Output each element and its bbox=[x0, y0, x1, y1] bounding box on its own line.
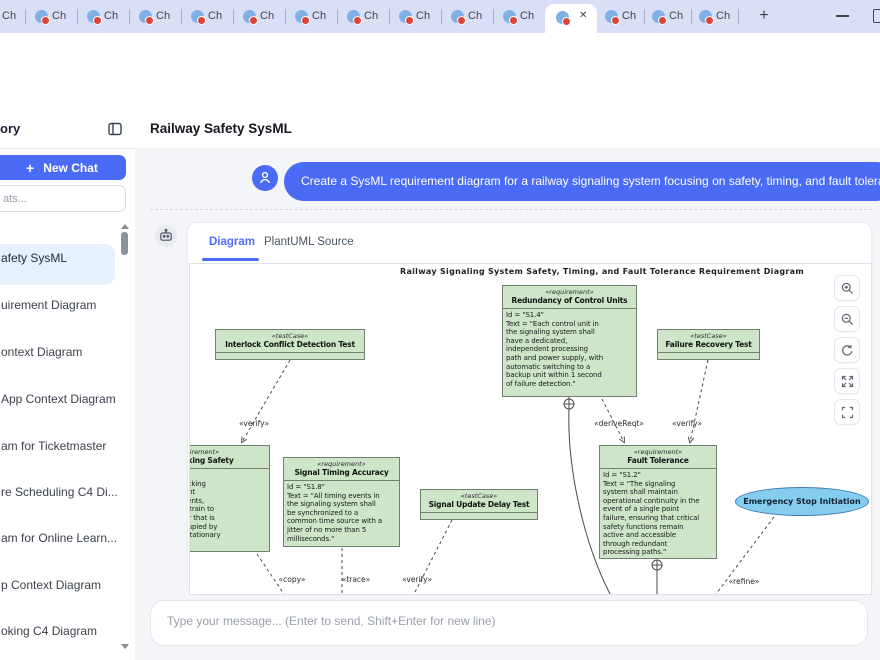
visual-paradigm-favicon bbox=[295, 10, 308, 23]
visual-paradigm-favicon bbox=[652, 10, 665, 23]
assistant-avatar bbox=[155, 225, 177, 247]
visual-paradigm-favicon bbox=[556, 11, 569, 24]
chat-history-item[interactable]: afety SysML bbox=[0, 238, 118, 278]
user-avatar bbox=[252, 165, 278, 191]
sidebar-scrollbar-thumb[interactable] bbox=[121, 232, 128, 255]
tab-separator bbox=[233, 9, 234, 24]
visual-paradigm-favicon bbox=[35, 10, 48, 23]
visual-paradigm-favicon bbox=[347, 10, 360, 23]
message-input[interactable] bbox=[151, 601, 867, 645]
chat-history-item[interactable]: ontext Diagram bbox=[0, 332, 118, 372]
tab-separator bbox=[285, 9, 286, 24]
visual-paradigm-favicon bbox=[139, 10, 152, 23]
history-sidebar: ory + New Chat afety SysML uirement Diag… bbox=[0, 110, 136, 660]
browser-tab-strip: Ch Ch Ch Ch Ch Ch Ch Ch Ch Ch Ch ✕ Ch Ch… bbox=[0, 0, 880, 33]
window-minimize-button[interactable] bbox=[836, 15, 849, 17]
usecase-ellipse-emergency-stop: Emergency Stop Initiation bbox=[735, 487, 869, 516]
expand-button[interactable] bbox=[834, 368, 860, 394]
visual-paradigm-favicon bbox=[699, 10, 712, 23]
tab-plantuml-source[interactable]: PlantUML Source bbox=[264, 236, 354, 248]
requirement-box-signal-timing: «requirement» Signal Timing Accuracy Id … bbox=[283, 457, 400, 547]
diagram-viewport[interactable]: Railway Signaling System Safety, Timing,… bbox=[189, 263, 872, 595]
zoom-in-button[interactable] bbox=[834, 275, 860, 301]
edge-label-trace: «trace» bbox=[342, 575, 371, 584]
testcase-box-interlock-conflict: «testCase» Interlock Conflict Detection … bbox=[215, 329, 365, 360]
edge-label-verify: «verify» bbox=[672, 419, 702, 428]
scroll-up-arrow[interactable] bbox=[121, 224, 129, 229]
tab-close-icon[interactable]: ✕ bbox=[579, 10, 587, 21]
chat-history-item[interactable]: am for Online Learn... bbox=[0, 518, 118, 558]
requirement-box-redundancy: «requirement» Redundancy of Control Unit… bbox=[502, 285, 637, 397]
browser-tab-label[interactable]: Ch bbox=[2, 10, 16, 22]
tab-separator bbox=[25, 9, 26, 24]
plus-icon: + bbox=[26, 160, 34, 176]
visual-paradigm-favicon bbox=[399, 10, 412, 23]
edge-label-verify: «verify» bbox=[239, 419, 269, 428]
collapse-panel-icon[interactable] bbox=[107, 121, 123, 142]
tab-separator bbox=[129, 9, 130, 24]
testcase-box-signal-update-delay: «testCase» Signal Update Delay Test bbox=[420, 489, 538, 520]
edge-label-verify: «verify» bbox=[402, 575, 432, 584]
tab-separator bbox=[181, 9, 182, 24]
browser-tab[interactable]: Ch bbox=[652, 0, 702, 33]
requirement-box-interlocking-safety: «requirement» Interlocking Safety Id = "… bbox=[189, 445, 270, 552]
app-header: atbot al Paradigm AI Assistant for creat… bbox=[0, 68, 880, 111]
testcase-box-failure-recovery: «testCase» Failure Recovery Test bbox=[657, 329, 760, 360]
visual-paradigm-favicon bbox=[191, 10, 204, 23]
tab-separator bbox=[441, 9, 442, 24]
tab-separator bbox=[691, 9, 692, 24]
active-tab-underline bbox=[202, 258, 259, 261]
zoom-out-button[interactable] bbox=[834, 306, 860, 332]
edge-label-refine: «refine» bbox=[729, 577, 760, 586]
tab-separator bbox=[337, 9, 338, 24]
visual-paradigm-favicon bbox=[605, 10, 618, 23]
assistant-response-card: Diagram PlantUML Source Railway Signalin… bbox=[187, 222, 872, 594]
chat-history-item[interactable]: uirement Diagram bbox=[0, 285, 118, 325]
reset-view-button[interactable] bbox=[834, 337, 860, 363]
tab-separator bbox=[738, 9, 739, 24]
scroll-down-arrow[interactable] bbox=[121, 644, 129, 649]
diagram-controls bbox=[834, 275, 860, 425]
edge-label-copy: «copy» bbox=[279, 575, 306, 584]
visual-paradigm-favicon bbox=[451, 10, 464, 23]
chat-history-item[interactable]: oking C4 Diagram bbox=[0, 611, 118, 651]
search-chats-input[interactable] bbox=[0, 185, 126, 212]
new-tab-button[interactable]: + bbox=[752, 4, 776, 28]
history-header: ory bbox=[0, 110, 135, 149]
browser-tab[interactable]: Ch bbox=[605, 0, 655, 33]
requirement-box-fault-tolerance: «requirement» Fault Tolerance Id = "S1.2… bbox=[599, 445, 717, 559]
new-chat-button[interactable]: + New Chat bbox=[0, 155, 126, 180]
chat-history-item[interactable]: am for Ticketmaster bbox=[0, 426, 118, 466]
user-message-bubble: Create a SysML requirement diagram for a… bbox=[284, 162, 880, 201]
user-message-text: Create a SysML requirement diagram for a… bbox=[301, 174, 880, 188]
visual-paradigm-favicon bbox=[87, 10, 100, 23]
diagram-title: Railway Signaling System Safety, Timing,… bbox=[382, 267, 822, 276]
browser-tab-active[interactable]: ✕ bbox=[545, 4, 597, 33]
window-maximize-button[interactable] bbox=[873, 9, 880, 23]
chat-history-item[interactable]: p Context Diagram bbox=[0, 565, 118, 605]
history-title: ory bbox=[0, 121, 20, 136]
conversation-title-bar: Railway Safety SysML bbox=[135, 110, 880, 149]
visual-paradigm-favicon bbox=[243, 10, 256, 23]
tab-separator bbox=[493, 9, 494, 24]
message-divider bbox=[150, 209, 872, 210]
browser-tab[interactable]: Ch bbox=[699, 0, 749, 33]
chat-history-item[interactable]: App Context Diagram bbox=[0, 379, 118, 419]
conversation-title: Railway Safety SysML bbox=[150, 121, 292, 136]
fullscreen-button[interactable] bbox=[834, 399, 860, 425]
tab-separator bbox=[644, 9, 645, 24]
tab-diagram[interactable]: Diagram bbox=[209, 236, 255, 248]
edge-label-derivereqt: «deriveReqt» bbox=[594, 419, 644, 428]
chat-area: Create a SysML requirement diagram for a… bbox=[135, 148, 880, 660]
message-input-container bbox=[150, 600, 868, 646]
visual-paradigm-favicon bbox=[503, 10, 516, 23]
chat-history-item[interactable]: re Scheduling C4 Di... bbox=[0, 472, 118, 512]
tab-separator bbox=[389, 9, 390, 24]
tab-separator bbox=[77, 9, 78, 24]
browser-address-bar: ai-toolbox.visual-paradigm.com/app/chatb… bbox=[0, 33, 880, 68]
